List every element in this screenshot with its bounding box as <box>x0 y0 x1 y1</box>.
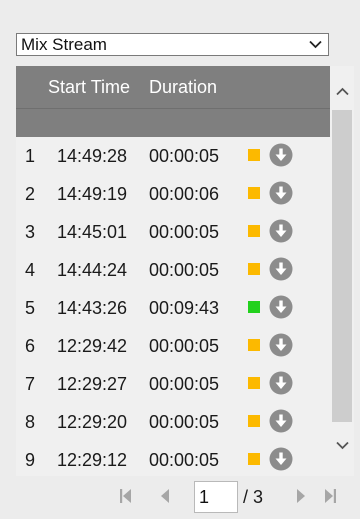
row-start-time: 14:49:28 <box>57 146 128 166</box>
status-indicator <box>248 453 260 465</box>
chevron-down-icon[interactable] <box>309 40 322 49</box>
row-duration: 00:00:05 <box>149 374 220 394</box>
row-start-time: 12:29:27 <box>57 374 128 394</box>
download-icon[interactable] <box>269 371 293 395</box>
stream-type-select[interactable]: Mix Stream <box>16 33 329 56</box>
recording-list: Start Time Duration 1 14:49:28 00:00:05 2 14… <box>16 66 330 476</box>
table-header: Start Time Duration <box>16 66 330 108</box>
status-indicator <box>248 377 260 389</box>
row-duration: 00:09:43 <box>149 298 220 318</box>
row-index: 8 <box>25 412 36 432</box>
download-icon[interactable] <box>269 257 293 281</box>
row-index: 6 <box>25 336 36 356</box>
table-header-band <box>16 108 330 137</box>
download-icon[interactable] <box>269 409 293 433</box>
table-row[interactable]: 7 12:29:27 00:00:05 <box>16 365 330 403</box>
chevron-down-icon[interactable] <box>330 428 354 462</box>
row-duration: 00:00:05 <box>149 222 220 242</box>
table-row[interactable]: 1 14:49:28 00:00:05 <box>16 137 330 175</box>
row-start-time: 12:29:20 <box>57 412 128 432</box>
last-page-icon[interactable] <box>324 488 336 509</box>
table-row[interactable]: 4 14:44:24 00:00:05 <box>16 251 330 289</box>
row-duration: 00:00:05 <box>149 336 220 356</box>
row-duration: 00:00:05 <box>149 260 220 280</box>
row-index: 7 <box>25 374 36 394</box>
page-total: / 3 <box>243 487 264 507</box>
header-start-time: Start Time <box>48 76 131 97</box>
download-icon[interactable] <box>269 143 293 167</box>
row-index: 3 <box>25 222 36 242</box>
row-start-time: 14:44:24 <box>57 260 128 280</box>
download-icon[interactable] <box>269 295 293 319</box>
row-index: 1 <box>25 146 36 166</box>
status-indicator <box>248 187 260 199</box>
table-row[interactable]: 6 12:29:42 00:00:05 <box>16 327 330 365</box>
status-indicator <box>248 339 260 351</box>
table-row[interactable]: 3 14:45:01 00:00:05 <box>16 213 330 251</box>
row-start-time: 12:29:12 <box>57 450 128 470</box>
row-start-time: 14:45:01 <box>57 222 128 242</box>
scroll-thumb[interactable] <box>332 110 352 422</box>
stream-type-value: Mix Stream <box>21 34 107 54</box>
row-start-time: 14:43:26 <box>57 298 128 318</box>
download-icon[interactable] <box>269 447 293 471</box>
row-index: 9 <box>25 450 36 470</box>
first-page-icon[interactable] <box>120 488 132 509</box>
row-index: 2 <box>25 184 36 204</box>
row-duration: 00:00:06 <box>149 184 220 204</box>
table-row[interactable]: 2 14:49:19 00:00:06 <box>16 175 330 213</box>
row-duration: 00:00:05 <box>149 412 220 432</box>
status-indicator <box>248 263 260 275</box>
row-start-time: 14:49:19 <box>57 184 128 204</box>
row-index: 5 <box>25 298 36 318</box>
page-number-input[interactable] <box>194 481 238 513</box>
table-row[interactable]: 8 12:29:20 00:00:05 <box>16 403 330 441</box>
header-duration: Duration <box>149 76 218 97</box>
download-icon[interactable] <box>269 333 293 357</box>
status-indicator <box>248 225 260 237</box>
status-indicator <box>248 301 260 313</box>
prev-page-icon[interactable] <box>160 488 170 509</box>
status-indicator <box>248 149 260 161</box>
list-scrollbar[interactable] <box>330 66 354 476</box>
chevron-up-icon[interactable] <box>330 74 354 108</box>
next-page-icon[interactable] <box>296 488 306 509</box>
download-icon[interactable] <box>269 219 293 243</box>
row-start-time: 12:29:42 <box>57 336 128 356</box>
row-duration: 00:00:05 <box>149 450 220 470</box>
status-indicator <box>248 415 260 427</box>
row-index: 4 <box>25 260 36 280</box>
pagination: / 3 <box>16 476 354 519</box>
row-duration: 00:00:05 <box>149 146 220 166</box>
download-icon[interactable] <box>269 181 293 205</box>
table-row[interactable]: 9 12:29:12 00:00:05 <box>16 441 330 479</box>
table-row[interactable]: 5 14:43:26 00:09:43 <box>16 289 330 327</box>
